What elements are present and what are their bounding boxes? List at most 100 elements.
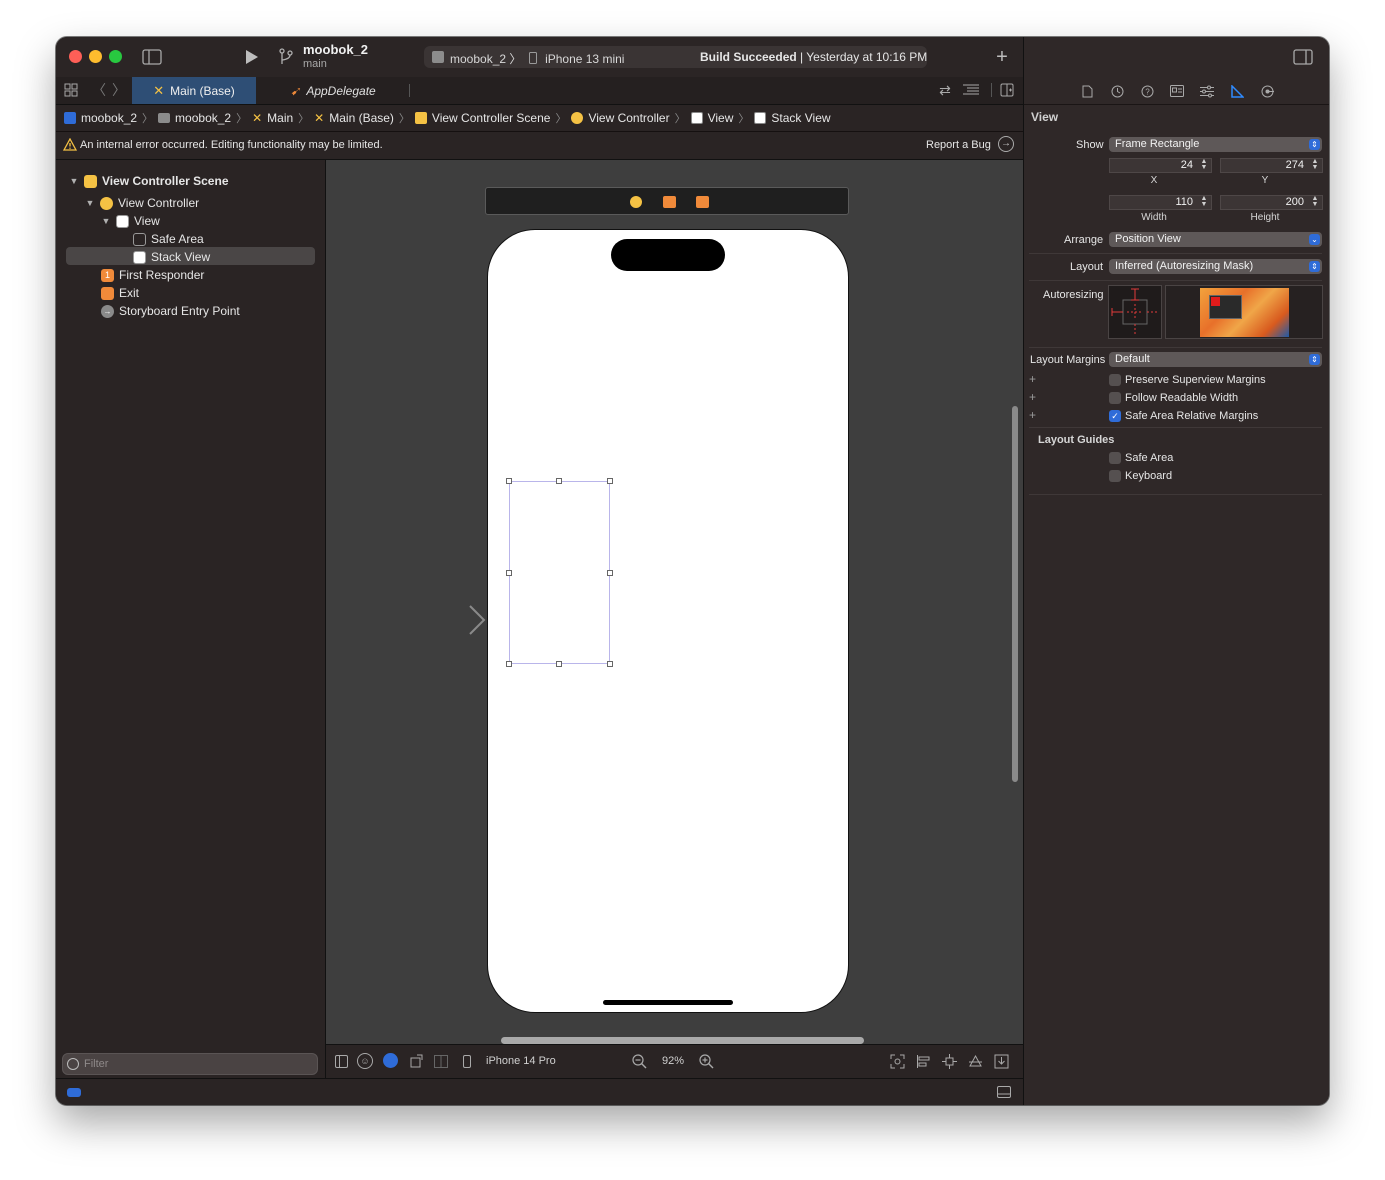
resize-handle[interactable]: [607, 478, 613, 484]
update-frames-icon[interactable]: [889, 1053, 905, 1069]
preserve-superview-checkbox[interactable]: [1109, 374, 1121, 386]
file-inspector-icon[interactable]: [1079, 83, 1095, 99]
resize-handle[interactable]: [607, 570, 613, 576]
filter-field[interactable]: Filter: [62, 1053, 318, 1075]
add-variation-icon[interactable]: +: [1029, 390, 1036, 404]
jumpbar-item[interactable]: Main: [267, 111, 293, 125]
history-inspector-icon[interactable]: [1109, 83, 1125, 99]
grid-icon[interactable]: [63, 82, 79, 98]
outline-item-scene[interactable]: ▼ View Controller Scene: [68, 172, 229, 190]
tab-main-base[interactable]: ✕ Main (Base): [132, 77, 256, 104]
orientation-icon[interactable]: [409, 1053, 425, 1069]
report-bug-link[interactable]: Report a Bug: [926, 139, 991, 151]
vertical-scrollbar[interactable]: [1012, 406, 1018, 782]
outline-item-stack-view[interactable]: Stack View: [133, 248, 210, 266]
resolve-issues-icon[interactable]: [967, 1053, 983, 1069]
split-editor-icon[interactable]: [998, 82, 1016, 98]
guide-keyboard-checkbox[interactable]: [1109, 470, 1121, 482]
arrange-popup[interactable]: Position View ⌄: [1109, 232, 1322, 247]
stepper-icon[interactable]: ▲ ▼: [1199, 158, 1209, 172]
zoom-in-icon[interactable]: [698, 1053, 714, 1069]
zoom-window-button[interactable]: [109, 50, 122, 63]
outline-item-exit[interactable]: Exit: [101, 284, 139, 302]
autoresizing-mask-editor[interactable]: [1108, 285, 1162, 339]
jumpbar-item[interactable]: View Controller Scene: [432, 111, 551, 125]
show-popup[interactable]: Frame Rectangle ⇕: [1109, 137, 1322, 152]
toggle-inspector-icon[interactable]: [1293, 48, 1313, 66]
device-icon[interactable]: [459, 1053, 475, 1069]
run-icon[interactable]: [242, 47, 262, 67]
add-constraints-icon[interactable]: [941, 1053, 957, 1069]
outline-item-entry-point[interactable]: → Storyboard Entry Point: [101, 302, 240, 320]
split-view-icon[interactable]: [433, 1053, 449, 1069]
outline-item-view[interactable]: ▼ View: [100, 212, 160, 230]
related-items-icon[interactable]: ⇄: [936, 82, 954, 98]
close-window-button[interactable]: [69, 50, 82, 63]
safe-area-relative-checkbox[interactable]: ✓: [1109, 410, 1121, 422]
entry-point-arrow[interactable]: [392, 603, 488, 640]
resize-handle[interactable]: [506, 570, 512, 576]
toggle-debug-area-icon[interactable]: [996, 1085, 1012, 1099]
resize-handle[interactable]: [556, 478, 562, 484]
jumpbar-item[interactable]: View: [708, 111, 734, 125]
size-inspector-icon[interactable]: [1229, 83, 1245, 99]
back-icon[interactable]: 〈: [92, 82, 106, 98]
device-selector[interactable]: iPhone 14 Pro: [486, 1055, 556, 1067]
add-variation-icon[interactable]: +: [1029, 372, 1036, 386]
add-variation-icon[interactable]: +: [1029, 408, 1036, 422]
outline-item-safe-area[interactable]: Safe Area: [133, 230, 204, 248]
zoom-level[interactable]: 92%: [662, 1055, 684, 1067]
editor-options-icon[interactable]: [960, 82, 982, 98]
first-responder-icon[interactable]: [663, 196, 676, 208]
layout-margins-popup[interactable]: Default ⇕: [1109, 352, 1322, 367]
appearance-icon[interactable]: [383, 1053, 398, 1068]
chevron-down-icon[interactable]: ▼: [100, 216, 112, 226]
outline-toggle-icon[interactable]: [334, 1054, 348, 1068]
outline-item-view-controller[interactable]: ▼ View Controller: [84, 194, 200, 212]
stepper-icon[interactable]: ▲ ▼: [1199, 195, 1209, 209]
debug-area-indicator-icon[interactable]: [67, 1088, 81, 1097]
accessibility-icon[interactable]: ☺: [357, 1053, 373, 1069]
stack-view[interactable]: [506, 478, 613, 667]
horizontal-scrollbar[interactable]: [501, 1037, 864, 1044]
guide-safe-area-checkbox[interactable]: [1109, 452, 1121, 464]
add-icon[interactable]: +: [992, 46, 1012, 68]
storyboard-canvas[interactable]: ☺ iPhone 14 Pro 92%: [326, 160, 1023, 1079]
chevron-down-icon[interactable]: ▼: [84, 198, 96, 208]
forward-icon[interactable]: 〉: [112, 82, 126, 98]
stepper-icon[interactable]: ▲ ▼: [1310, 195, 1320, 209]
height-field[interactable]: 200 ▲ ▼: [1220, 195, 1323, 210]
jumpbar-item[interactable]: Main (Base): [329, 111, 394, 125]
branch-name[interactable]: main: [303, 58, 327, 70]
width-field[interactable]: 110 ▲ ▼: [1109, 195, 1212, 210]
resize-handle[interactable]: [607, 661, 613, 667]
x-field[interactable]: 24 ▲ ▼: [1109, 158, 1212, 173]
run-destination[interactable]: iPhone 13 mini: [545, 52, 624, 66]
jumpbar-item[interactable]: moobok_2: [175, 111, 231, 125]
branch-icon[interactable]: [278, 47, 294, 67]
align-icon[interactable]: [915, 1053, 931, 1069]
connections-inspector-icon[interactable]: [1259, 83, 1275, 99]
scheme-name[interactable]: moobok_2 〉: [450, 52, 521, 66]
resize-handle[interactable]: [506, 661, 512, 667]
arrow-circle-icon[interactable]: →: [998, 136, 1014, 152]
y-field[interactable]: 274 ▲ ▼: [1220, 158, 1323, 173]
jumpbar-item[interactable]: Stack View: [771, 111, 830, 125]
follow-readable-checkbox[interactable]: [1109, 392, 1121, 404]
toggle-navigator-icon[interactable]: [142, 48, 162, 66]
resize-handle[interactable]: [506, 478, 512, 484]
tab-appdelegate[interactable]: ➹ AppDelegate: [266, 77, 400, 104]
view-controller-icon[interactable]: [630, 196, 642, 208]
layout-popup[interactable]: Inferred (Autoresizing Mask) ⇕: [1109, 259, 1322, 274]
jumpbar-item[interactable]: View Controller: [588, 111, 669, 125]
resize-handle[interactable]: [556, 661, 562, 667]
outline-item-first-responder[interactable]: 1 First Responder: [101, 266, 204, 284]
identity-inspector-icon[interactable]: [1169, 83, 1185, 99]
help-inspector-icon[interactable]: ?: [1139, 83, 1155, 99]
jumpbar-item[interactable]: moobok_2: [81, 111, 137, 125]
chevron-down-icon[interactable]: ▼: [68, 176, 80, 186]
attributes-inspector-icon[interactable]: [1199, 83, 1215, 99]
minimize-window-button[interactable]: [89, 50, 102, 63]
zoom-out-icon[interactable]: [631, 1053, 647, 1069]
project-name[interactable]: moobok_2: [303, 42, 368, 57]
